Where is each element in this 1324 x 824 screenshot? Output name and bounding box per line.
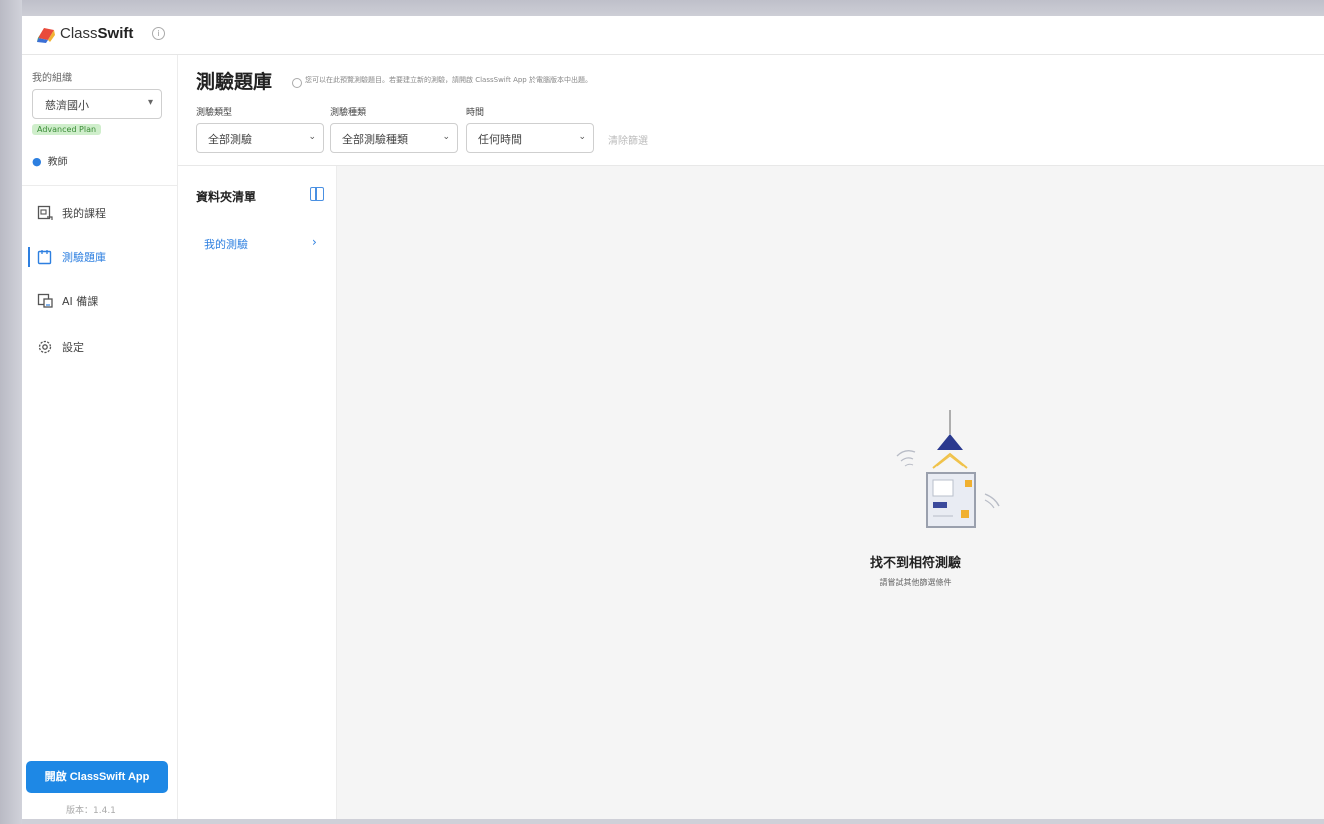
empty-state-illustration — [896, 410, 1000, 528]
sidebar: 我的組織 慈濟國小 ▾ Advanced Plan ● 教師 我的課程 測驗題庫 — [22, 55, 178, 819]
sidebar-item-ai-prep[interactable]: AI 備課 — [36, 289, 166, 313]
active-indicator — [28, 247, 30, 267]
class-board-icon — [36, 204, 54, 222]
user-icon: ● — [32, 155, 42, 168]
app-logo-text: ClassSwift — [60, 25, 134, 42]
folder-item-my-quizzes[interactable]: 我的測驗 — [204, 236, 248, 252]
classswift-logo-icon — [37, 28, 55, 43]
filter-time-label: 時間 — [466, 108, 485, 118]
info-circle-icon[interactable]: i — [152, 27, 165, 40]
sidebar-item-label: 我的課程 — [62, 207, 106, 220]
filter-time-value: 任何時間 — [478, 133, 522, 146]
sidebar-item-label: AI 備課 — [62, 295, 99, 308]
filter-kind-select[interactable]: 全部測驗種類 ⌄ — [330, 123, 458, 153]
filter-kind-label: 測驗種類 — [330, 108, 367, 118]
org-select-value: 慈濟國小 — [45, 99, 89, 112]
sidebar-item-quiz-bank[interactable]: 測驗題庫 — [36, 245, 166, 269]
ai-prep-icon — [36, 292, 54, 310]
chevron-down-icon: ⌄ — [308, 132, 316, 142]
info-icon — [292, 78, 302, 88]
user-role-label: 教師 — [47, 157, 68, 168]
page-title: 測驗題庫 — [196, 71, 273, 93]
window-frame-left — [0, 0, 22, 824]
org-select[interactable]: 慈濟國小 ▾ — [32, 89, 162, 119]
reset-filters-link[interactable]: 清除篩選 — [608, 132, 648, 147]
page-header: 測驗題庫 您可以在此預覽測驗題目。若要建立新的測驗，請開啟 ClassSwift… — [178, 55, 1324, 166]
chevron-down-icon: ⌄ — [578, 132, 586, 142]
window-frame-top — [0, 0, 1324, 16]
chevron-down-icon: ⌄ — [442, 132, 450, 142]
filter-time-select[interactable]: 任何時間 ⌄ — [466, 123, 594, 153]
org-label: 我的組織 — [32, 73, 72, 84]
empty-state-title: 找不到相符測驗 — [869, 556, 961, 571]
main-content: 找不到相符測驗 請嘗試其他篩選條件 — [337, 166, 1324, 819]
filter-type-value: 全部測驗 — [208, 133, 252, 146]
sidebar-divider — [22, 185, 177, 186]
empty-state-subtitle: 請嘗試其他篩選條件 — [879, 578, 952, 587]
sidebar-item-my-classes[interactable]: 我的課程 — [36, 201, 166, 225]
quiz-bank-icon — [36, 248, 54, 266]
plan-badge: Advanced Plan — [32, 124, 102, 135]
user-role: ● 教師 — [32, 153, 68, 168]
collapse-panel-icon[interactable] — [310, 187, 324, 201]
version-text: 版本：1.4.1 — [66, 806, 116, 816]
top-bar: ClassSwift i — [22, 16, 1324, 55]
sidebar-item-label: 設定 — [62, 341, 84, 354]
chevron-right-icon[interactable]: › — [312, 235, 317, 249]
filter-kind-value: 全部測驗種類 — [342, 133, 408, 146]
sidebar-item-label: 測驗題庫 — [62, 251, 106, 264]
chevron-down-icon: ▾ — [147, 97, 153, 108]
filter-type-select[interactable]: 全部測驗 ⌄ — [196, 123, 324, 153]
window-frame-bottom — [22, 819, 1324, 824]
filter-type-label: 測驗類型 — [196, 108, 233, 118]
folder-panel-title: 資料夾清單 — [196, 190, 257, 204]
gear-icon — [36, 338, 54, 356]
open-classswift-app-button[interactable]: 開啟 ClassSwift App — [26, 761, 168, 793]
folder-panel: 資料夾清單 我的測驗 › — [178, 166, 337, 819]
app-window: ClassSwift i 我的組織 慈濟國小 ▾ Advanced Plan ●… — [22, 16, 1324, 819]
page-hint: 您可以在此預覽測驗題目。若要建立新的測驗，請開啟 ClassSwift App … — [305, 76, 592, 84]
sidebar-item-settings[interactable]: 設定 — [36, 335, 166, 359]
